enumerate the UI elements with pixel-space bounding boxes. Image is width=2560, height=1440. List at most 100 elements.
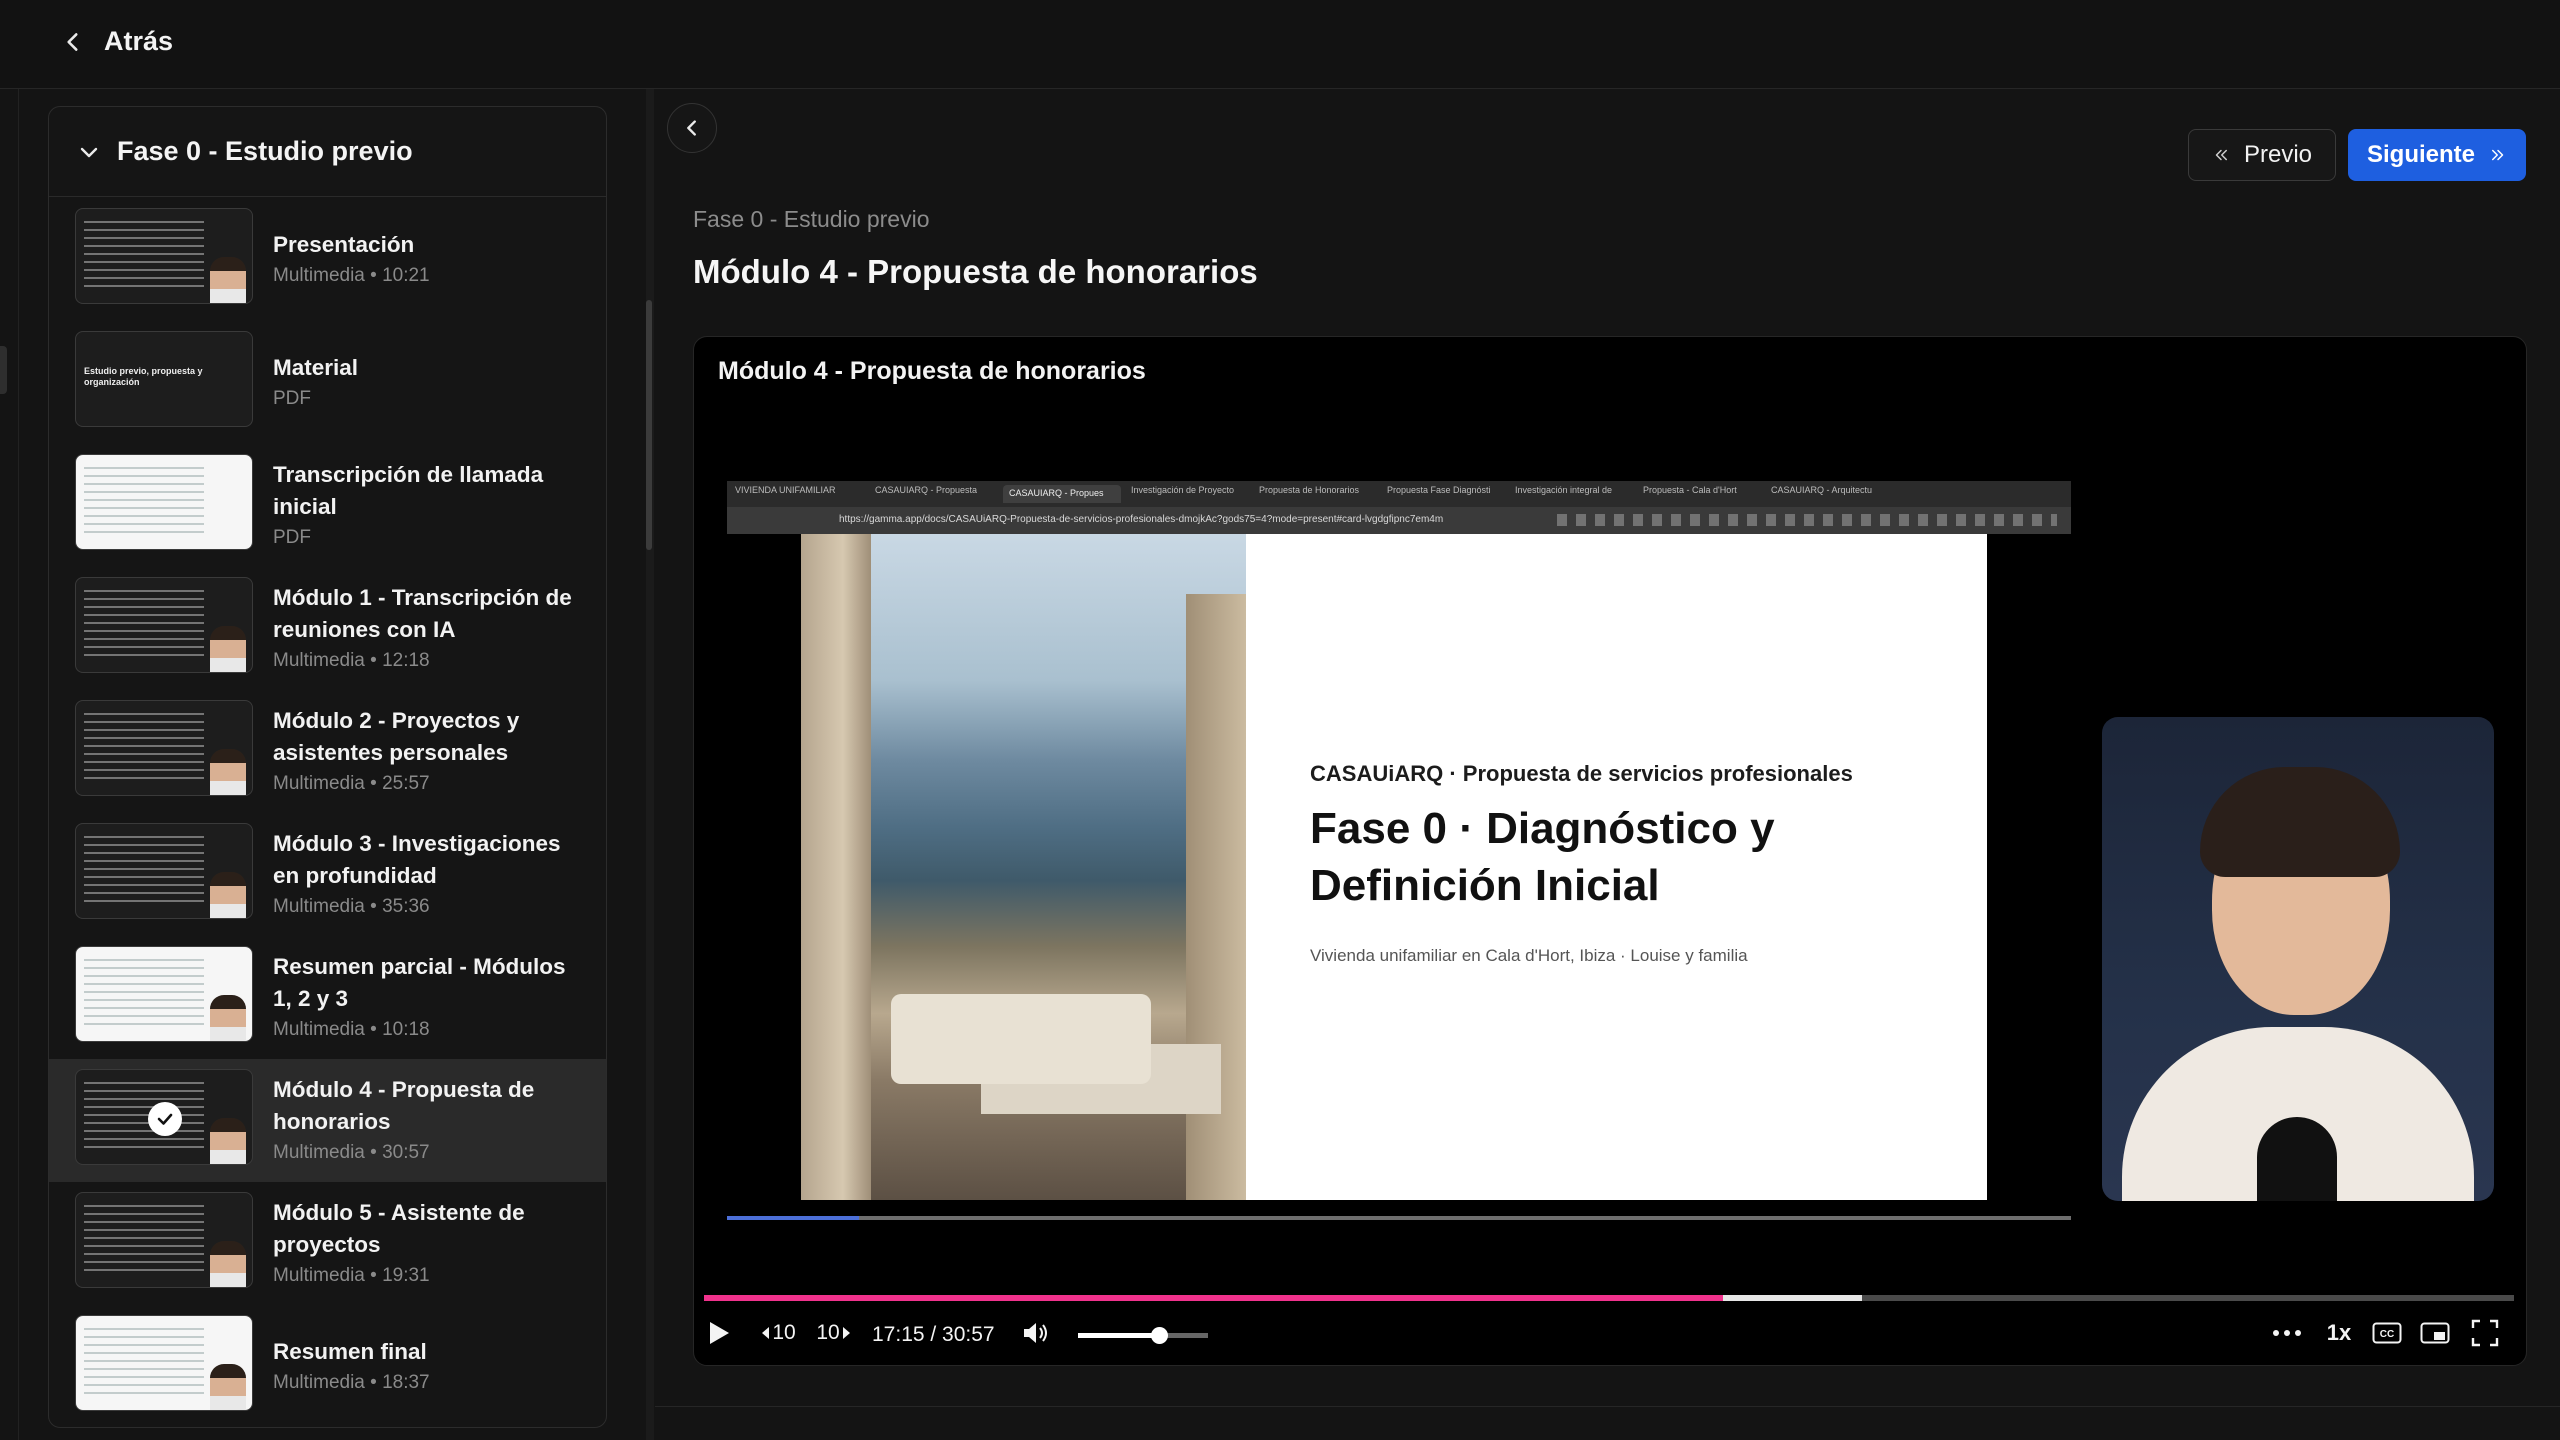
lesson-item[interactable]: Módulo 5 - Asistente de proyectos Multime… (49, 1182, 606, 1305)
previous-button[interactable]: Previo (2188, 129, 2336, 181)
back-button[interactable]: Atrás (60, 26, 173, 57)
lesson-thumbnail (75, 1315, 253, 1411)
presenter-thumbnail (210, 872, 246, 918)
fullscreen-button[interactable] (2468, 1315, 2502, 1351)
top-bar: Atrás (0, 0, 2560, 89)
lesson-thumbnail (75, 208, 253, 304)
captions-button[interactable]: CC (2370, 1315, 2404, 1351)
double-chevron-left-icon (2215, 149, 2227, 161)
volume-knob[interactable] (1150, 1327, 1168, 1344)
lesson-thumbnail (75, 700, 253, 796)
chevron-left-icon (67, 32, 78, 51)
slide-kicker: CASAUiARQ · Propuesta de servicios profe… (1310, 761, 1853, 786)
lesson-subtitle: Multimedia • 18:37 (273, 1371, 430, 1393)
video-timeline[interactable] (704, 1295, 2514, 1301)
video-player[interactable]: Módulo 4 - Propuesta de honorarios VIVIE… (693, 336, 2527, 1366)
skip-forward-label: 10 (816, 1321, 840, 1344)
lesson-thumbnail (75, 577, 253, 673)
lesson-title: Módulo 4 - Propuesta de honorarios (273, 1076, 535, 1134)
lesson-item[interactable]: Resumen final Multimedia • 18:37 (49, 1305, 606, 1427)
lesson-title: Módulo 2 - Proyectos y asistentes person… (273, 707, 520, 765)
lesson-thumbnail (75, 823, 253, 919)
presenter-webcam (2102, 717, 2494, 1201)
chevron-left-icon (687, 120, 696, 136)
recorded-tab: Investigación integral de (1515, 485, 1613, 495)
volume-slider[interactable] (1078, 1327, 1208, 1344)
volume-button[interactable] (1020, 1315, 1054, 1351)
pip-icon (2420, 1322, 2450, 1344)
more-icon (2273, 1330, 2301, 1336)
next-button[interactable]: Siguiente (2348, 129, 2526, 181)
lesson-sidebar: Fase 0 - Estudio previo Presentación Mult… (48, 106, 607, 1428)
recorded-tab: VIVIENDA UNIFAMILIAR (735, 485, 836, 495)
presenter-thumbnail (210, 1118, 246, 1164)
edge-divider (18, 89, 19, 1440)
playback-speed-button[interactable]: 1x (2322, 1315, 2356, 1351)
video-frame-browser: VIVIENDA UNIFAMILIAR CASAUIARQ - Propuest… (727, 481, 2071, 1231)
presenter-thumbnail (210, 626, 246, 672)
recorded-browser-tabs: VIVIENDA UNIFAMILIAR CASAUIARQ - Propuest… (727, 481, 2071, 507)
play-button[interactable] (704, 1315, 734, 1351)
extension-icons (1557, 514, 2057, 526)
lesson-subtitle: PDF (273, 387, 311, 409)
picture-in-picture-button[interactable] (2418, 1315, 2452, 1351)
lesson-subtitle: Multimedia • 35:36 (273, 895, 430, 917)
lesson-thumbnail (75, 1192, 253, 1288)
collapse-sidebar-button[interactable] (667, 103, 717, 153)
video-title: Módulo 4 - Propuesta de honorarios (718, 357, 1146, 385)
fullscreen-icon (2471, 1319, 2499, 1347)
breadcrumb: Fase 0 - Estudio previo (693, 206, 930, 232)
page-title: Módulo 4 - Propuesta de honorarios (693, 253, 1258, 290)
lesson-item[interactable]: Módulo 1 - Transcripción de reuniones co… (49, 567, 606, 690)
presenter-thumbnail (210, 995, 246, 1041)
presenter-thumbnail (210, 1241, 246, 1287)
lesson-item[interactable]: Módulo 2 - Proyectos y asistentes person… (49, 690, 606, 813)
more-options-button[interactable] (2270, 1315, 2304, 1351)
thumbnail-caption: Estudio previo, propuesta y organización (84, 366, 203, 387)
previous-label: Previo (2243, 141, 2313, 168)
rewind-icon (762, 1327, 770, 1339)
slide-subtitle: Vivienda unifamiliar en Cala d'Hort, Ibi… (1310, 946, 1748, 965)
presenter-thumbnail (210, 1364, 246, 1410)
recorded-progress-line (727, 1216, 2071, 1220)
skip-forward-button[interactable]: 10 (814, 1315, 854, 1351)
presenter-thumbnail (210, 749, 246, 795)
lesson-list: Presentación Multimedia • 10:21 Estudio pr… (49, 198, 606, 1427)
lesson-item[interactable]: Módulo 3 - Investigaciones en profundida… (49, 813, 606, 936)
lesson-title: Resumen parcial - Módulos 1, 2 y 3 (273, 953, 566, 1011)
lesson-subtitle: Multimedia • 10:18 (273, 1018, 430, 1040)
bottom-divider (655, 1406, 2560, 1407)
lesson-subtitle: Multimedia • 25:57 (273, 772, 430, 794)
lesson-title: Presentación (273, 231, 415, 257)
recorded-tab: Propuesta de Honorarios (1259, 485, 1360, 495)
lesson-subtitle: Multimedia • 12:18 (273, 649, 430, 671)
lesson-title: Material (273, 354, 359, 380)
lesson-item[interactable]: Estudio previo, propuesta y organización… (49, 321, 606, 444)
lesson-title: Transcripción de llamada inicial (273, 461, 544, 519)
sidebar-scrollbar-thumb[interactable] (646, 300, 652, 550)
slide-photo (801, 534, 1246, 1200)
recorded-url: https://gamma.app/docs/CASAUiARQ-Propues… (839, 514, 1444, 525)
recorded-tab: CASAUIARQ - Arquitectu (1771, 485, 1873, 495)
section-header[interactable]: Fase 0 - Estudio previo (49, 107, 606, 197)
time-display: 17:15 / 30:57 (872, 1323, 995, 1346)
lesson-subtitle: PDF (273, 526, 311, 548)
recorded-tab: Propuesta Fase Diagnósti (1387, 485, 1491, 495)
lesson-thumbnail: Estudio previo, propuesta y organización (75, 331, 253, 427)
skip-back-button[interactable]: 10 (758, 1315, 798, 1351)
lesson-title: Módulo 1 - Transcripción de reuniones co… (273, 584, 572, 642)
sidebar-scrollbar-track[interactable] (646, 89, 654, 1440)
lesson-thumbnail (75, 946, 253, 1042)
player-controls: 10 10 17:15 / 30:57 1x CC (694, 1309, 2526, 1359)
played-bar (704, 1295, 1724, 1301)
lesson-item[interactable]: Presentación Multimedia • 10:21 (49, 198, 606, 321)
section-title: Fase 0 - Estudio previo (117, 136, 413, 166)
lesson-item[interactable]: Transcripción de llamada inicial PDF (49, 444, 606, 567)
lesson-item[interactable]: Módulo 4 - Propuesta de honorarios Multim… (49, 1059, 606, 1182)
edge-handle[interactable] (0, 346, 7, 394)
recorded-tab: CASAUIARQ - Propues (1003, 485, 1121, 503)
lesson-item[interactable]: Resumen parcial - Módulos 1, 2 y 3 Multim… (49, 936, 606, 1059)
captions-icon: CC (2372, 1322, 2402, 1344)
lesson-title: Módulo 5 - Asistente de proyectos (273, 1199, 525, 1257)
back-label: Atrás (104, 26, 174, 56)
